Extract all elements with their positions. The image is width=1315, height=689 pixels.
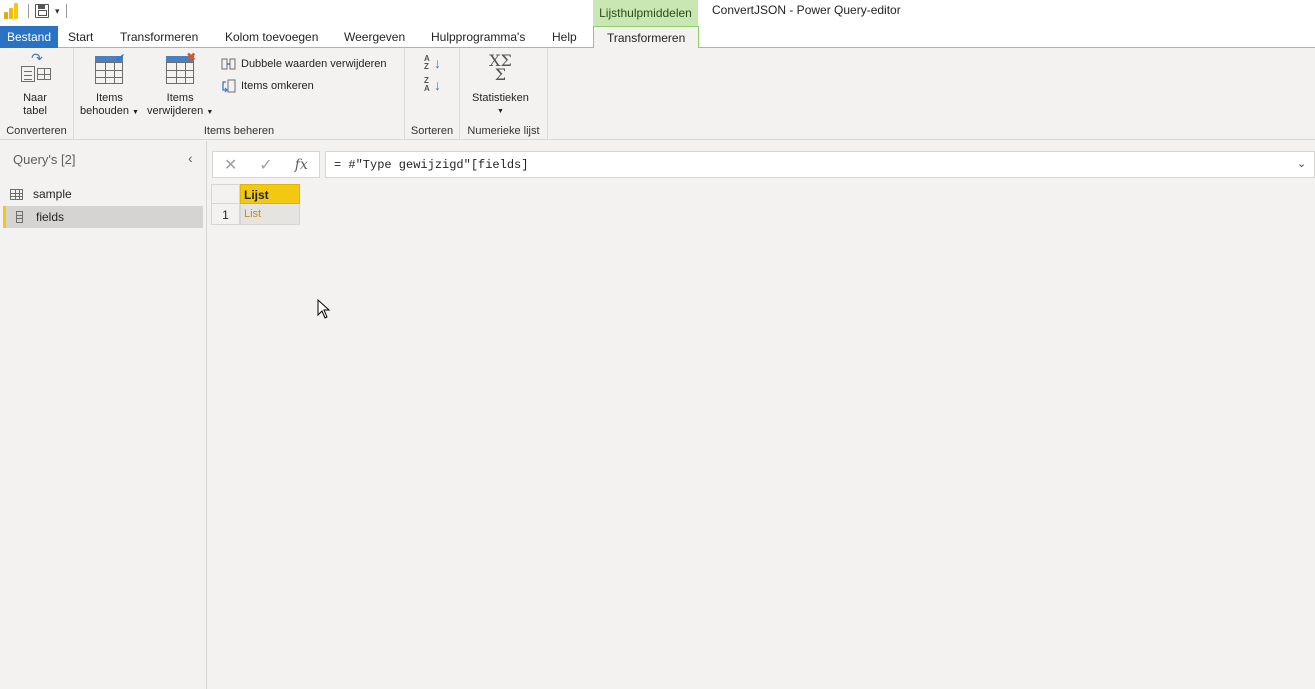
sort-descending-icon: ↓: [434, 77, 441, 93]
sort-ascending-icon: ↓: [434, 55, 441, 71]
tab-start[interactable]: Start: [68, 26, 93, 48]
ribbon-group-convert: ↷ Naar tabel Converteren: [0, 48, 74, 140]
keep-items-label-2: behouden ▼: [80, 105, 139, 117]
manage-items-group-label: Items beheren: [203, 125, 275, 137]
context-group-list-tools: Lijsthulpmiddelen: [593, 0, 698, 26]
statistics-label: Statistieken: [472, 92, 529, 104]
collapse-pane-chevron-left-icon[interactable]: ‹: [188, 150, 193, 166]
fx-icon[interactable]: fx: [284, 157, 319, 173]
cancel-formula-icon[interactable]: ✕: [213, 155, 248, 175]
queries-pane: Query's [2] ‹ sample fields: [0, 141, 207, 689]
ribbon-group-manage-items: ✔ Items behouden ▼ ✖ Items verwijderen ▼…: [74, 48, 405, 140]
reverse-items-button[interactable]: Items omkeren: [221, 77, 314, 95]
qat-customize-dropdown-icon[interactable]: ▾: [55, 6, 60, 17]
qat-separator-2: [65, 4, 67, 18]
table-icon: [10, 188, 23, 200]
sort-descending-letters: Z A: [424, 76, 430, 93]
sort-group-label: Sorteren: [410, 125, 454, 137]
keep-items-icon: ✔: [93, 52, 125, 86]
tab-help[interactable]: Help: [552, 26, 577, 48]
remove-items-dropdown-icon: ▼: [206, 109, 214, 116]
remove-items-icon: ✖: [164, 51, 196, 86]
row-number: 1: [211, 204, 240, 225]
to-table-icon: ↷: [19, 51, 51, 86]
title-bar: ▾ Lijsthulpmiddelen ConvertJSON - Power …: [0, 0, 1315, 26]
grid-corner[interactable]: [211, 184, 240, 204]
tab-tools[interactable]: Hulpprogramma's: [431, 26, 525, 48]
tab-file[interactable]: Bestand: [0, 26, 59, 48]
keep-items-label-1: Items: [96, 92, 123, 104]
reverse-items-icon: [221, 79, 237, 93]
sort-ascending-button[interactable]: A Z ↓: [424, 55, 442, 73]
to-table-label-1: Naar: [23, 92, 47, 104]
numeric-list-group-label: Numerieke lijst: [467, 125, 540, 137]
keep-items-dropdown-icon: ▼: [132, 109, 139, 116]
statistics-button[interactable]: XΣ Σ Statistieken ▼: [472, 51, 529, 118]
statistics-icon: XΣ Σ: [489, 51, 512, 84]
statistics-dropdown-icon: ▼: [496, 108, 504, 115]
reverse-items-label: Items omkeren: [241, 80, 314, 92]
ribbon: ↷ Naar tabel Converteren ✔ Items behoude…: [0, 48, 1315, 140]
tab-add-column[interactable]: Kolom toevoegen: [225, 26, 318, 48]
sort-descending-button[interactable]: Z A ↓: [424, 77, 442, 95]
quick-access-toolbar: ▾: [4, 2, 67, 20]
ribbon-group-numeric-list: XΣ Σ Statistieken ▼ Numerieke lijst: [460, 48, 548, 140]
powerbi-logo-icon: [4, 3, 22, 19]
keep-items-button[interactable]: ✔ Items behouden ▼: [80, 52, 139, 119]
formula-input[interactable]: = #"Type gewijzigd"[fields]: [325, 151, 1315, 178]
queries-pane-title: Query's [2]: [13, 152, 76, 167]
qat-separator: [28, 4, 29, 18]
window-title: ConvertJSON - Power Query-editor: [712, 3, 901, 17]
ribbon-group-sort: A Z ↓ Z A ↓ Sorteren: [405, 48, 460, 140]
to-table-label-2: tabel: [23, 105, 47, 117]
query-item-label: fields: [36, 210, 65, 224]
to-table-button[interactable]: ↷ Naar tabel: [19, 51, 51, 118]
column-header-list[interactable]: Lijst: [240, 184, 300, 204]
remove-duplicates-label: Dubbele waarden verwijderen: [241, 58, 387, 70]
sort-ascending-letters: A Z: [424, 54, 430, 71]
query-item-sample[interactable]: sample: [3, 183, 203, 205]
tab-view[interactable]: Weergeven: [344, 26, 405, 48]
list-icon: [16, 211, 23, 223]
expand-formula-chevron-down-icon[interactable]: ⌄: [1297, 157, 1306, 170]
remove-duplicates-button[interactable]: Dubbele waarden verwijderen: [221, 55, 387, 73]
tab-context-transform[interactable]: Transformeren: [593, 26, 700, 49]
remove-items-label-1: Items: [166, 92, 194, 104]
save-icon[interactable]: [35, 4, 49, 18]
commit-formula-icon[interactable]: ✓: [248, 155, 283, 175]
ribbon-tab-bar: Bestand Start Transformeren Kolom toevoe…: [0, 26, 1315, 49]
query-item-label: sample: [33, 187, 72, 201]
remove-items-button[interactable]: ✖ Items verwijderen ▼: [147, 51, 214, 119]
remove-duplicates-icon: [221, 57, 237, 71]
mouse-cursor-icon: [317, 299, 331, 319]
table-cell-list-link[interactable]: List: [240, 204, 300, 225]
formula-bar-buttons: ✕ ✓ fx: [212, 151, 320, 178]
query-item-fields[interactable]: fields: [3, 206, 203, 228]
remove-items-label-2: verwijderen ▼: [147, 105, 214, 117]
convert-group-label: Converteren: [6, 125, 67, 137]
tab-transform[interactable]: Transformeren: [120, 26, 198, 48]
